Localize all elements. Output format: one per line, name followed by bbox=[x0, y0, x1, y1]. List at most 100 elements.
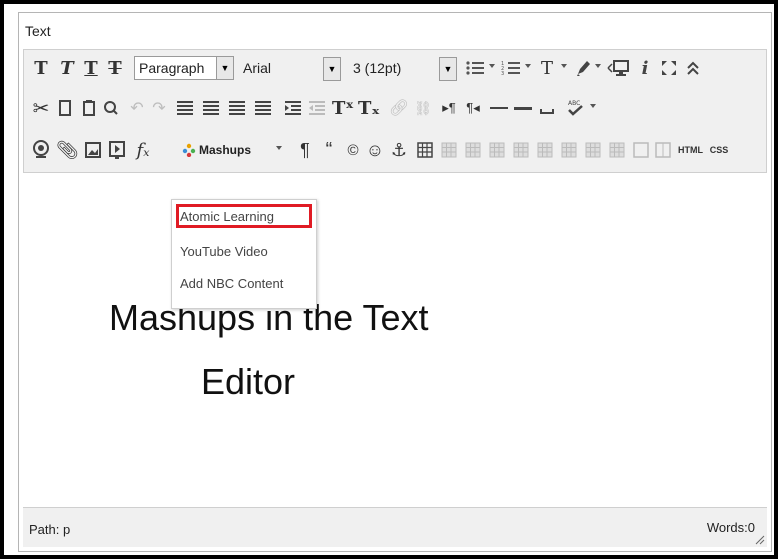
row-before-icon bbox=[489, 142, 505, 158]
align-center-button[interactable] bbox=[200, 94, 222, 122]
em-dash-button[interactable] bbox=[512, 94, 534, 122]
outdent-button[interactable] bbox=[306, 94, 328, 122]
media-icon bbox=[109, 141, 125, 159]
info-button[interactable]: i bbox=[634, 54, 656, 82]
insert-table-button[interactable] bbox=[414, 136, 436, 164]
toolbar-row-1: T T T T Paragraph ▼ Arial ▼ 3 (12pt) ▼ 1… bbox=[28, 50, 764, 86]
format-select-value: Paragraph bbox=[139, 60, 205, 76]
spellcheck-button[interactable]: ABC bbox=[564, 94, 586, 122]
css-button[interactable]: CSS bbox=[708, 136, 730, 164]
split-cells-button[interactable] bbox=[630, 136, 652, 164]
text-editor: Text T T T T Paragraph ▼ Arial ▼ 3 (12pt… bbox=[18, 12, 772, 552]
rtl-button[interactable]: ¶◂ bbox=[462, 94, 484, 122]
bold-button[interactable]: T bbox=[30, 54, 52, 82]
link-icon: 🔗︎ bbox=[388, 100, 410, 117]
horizontal-rule-button[interactable] bbox=[488, 94, 510, 122]
table-row-props-button[interactable] bbox=[438, 136, 460, 164]
insert-row-after-button[interactable] bbox=[510, 136, 532, 164]
align-left-button[interactable] bbox=[174, 94, 196, 122]
insert-row-before-button[interactable] bbox=[486, 136, 508, 164]
paperclip-icon: 📎︎ bbox=[56, 139, 79, 160]
subscript-button[interactable]: Tₓ bbox=[358, 94, 380, 122]
size-select[interactable]: 3 (12pt) ▼ bbox=[348, 56, 458, 81]
delete-row-button[interactable] bbox=[534, 136, 556, 164]
table-icon bbox=[417, 142, 433, 158]
special-character-button[interactable]: © bbox=[342, 136, 364, 164]
insert-col-before-button[interactable] bbox=[558, 136, 580, 164]
highlight-button[interactable] bbox=[572, 54, 594, 82]
fullscreen-button[interactable] bbox=[658, 54, 680, 82]
italic-button[interactable]: T bbox=[56, 54, 78, 82]
insert-image-button[interactable] bbox=[82, 136, 104, 164]
function-icon: fₓ bbox=[136, 139, 150, 161]
nonbreaking-space-button[interactable] bbox=[536, 94, 558, 122]
undo-icon: ↶ bbox=[130, 100, 144, 117]
undo-button[interactable]: ↶ bbox=[126, 94, 148, 122]
horizontal-rule-icon bbox=[490, 107, 508, 109]
underline-button[interactable]: T bbox=[80, 54, 102, 82]
strikethrough-button[interactable]: T bbox=[104, 54, 126, 82]
smiley-icon: ☺ bbox=[365, 139, 385, 160]
copy-button[interactable] bbox=[54, 94, 76, 122]
css-label: CSS bbox=[709, 145, 729, 155]
col-before-icon bbox=[561, 142, 577, 158]
emoticon-button[interactable]: ☺ bbox=[364, 136, 386, 164]
menu-item-youtube-video[interactable]: YouTube Video bbox=[180, 244, 268, 259]
field-label: Text bbox=[25, 23, 51, 39]
cut-button[interactable]: ✂ bbox=[30, 94, 52, 122]
indent-button[interactable] bbox=[282, 94, 304, 122]
preview-button[interactable] bbox=[606, 54, 630, 82]
record-button[interactable] bbox=[30, 136, 52, 164]
chevron-down-icon bbox=[590, 104, 596, 108]
show-blocks-button[interactable]: ¶ bbox=[294, 136, 316, 164]
double-chevron-up-icon bbox=[687, 61, 699, 75]
split-cells-icon bbox=[633, 142, 649, 158]
menu-item-atomic-learning[interactable]: Atomic Learning bbox=[180, 209, 274, 224]
anchor-button[interactable]: ⚓︎ bbox=[388, 136, 410, 164]
search-icon bbox=[104, 101, 118, 115]
text-color-button[interactable]: T bbox=[536, 54, 558, 82]
content-line-2: Editor bbox=[201, 361, 296, 402]
merge-cells-icon bbox=[655, 142, 671, 158]
math-button[interactable]: fₓ bbox=[132, 136, 154, 164]
scissors-icon: ✂ bbox=[32, 97, 50, 120]
quote-icon: “ bbox=[325, 138, 333, 161]
redo-button[interactable]: ↷ bbox=[148, 94, 170, 122]
table-cell-icon bbox=[465, 142, 481, 158]
chevron-down-icon: ▼ bbox=[216, 57, 233, 79]
word-count: Words:0 bbox=[706, 520, 755, 535]
find-button[interactable] bbox=[100, 94, 122, 122]
editor-content-area[interactable]: Mashups in the Text Editor bbox=[23, 175, 767, 507]
merge-cells-button[interactable] bbox=[652, 136, 674, 164]
attach-file-button[interactable]: 📎︎ bbox=[56, 136, 79, 164]
link-button[interactable]: 🔗︎ bbox=[388, 94, 410, 122]
numbered-list-button[interactable]: 123 bbox=[500, 54, 522, 82]
insert-col-after-button[interactable] bbox=[582, 136, 604, 164]
quote-button[interactable]: “ bbox=[318, 136, 340, 164]
mashups-dropdown[interactable]: Mashups bbox=[182, 138, 294, 162]
font-select[interactable]: Arial ▼ bbox=[238, 56, 342, 81]
insert-media-button[interactable] bbox=[106, 136, 128, 164]
delete-col-button[interactable] bbox=[606, 136, 628, 164]
expand-icon bbox=[662, 61, 676, 75]
chevron-down-icon bbox=[276, 146, 282, 150]
align-right-icon bbox=[229, 101, 245, 115]
menu-item-add-nbc-content[interactable]: Add NBC Content bbox=[180, 276, 283, 291]
delete-col-icon bbox=[609, 142, 625, 158]
size-select-value: 3 (12pt) bbox=[353, 60, 402, 76]
html-button[interactable]: HTML bbox=[678, 136, 703, 164]
collapse-toolbar-button[interactable] bbox=[682, 54, 704, 82]
bullet-list-button[interactable] bbox=[464, 54, 486, 82]
paste-button[interactable] bbox=[78, 94, 100, 122]
superscript-button[interactable]: Tˣ bbox=[332, 94, 354, 122]
unlink-button[interactable]: ⛓ bbox=[412, 94, 434, 122]
resize-grip-icon[interactable] bbox=[755, 535, 765, 545]
ltr-button[interactable]: ▸¶ bbox=[438, 94, 460, 122]
html-label: HTML bbox=[678, 145, 703, 155]
table-cell-props-button[interactable] bbox=[462, 136, 484, 164]
format-select[interactable]: Paragraph ▼ bbox=[134, 56, 234, 80]
align-right-button[interactable] bbox=[226, 94, 248, 122]
justify-button[interactable] bbox=[252, 94, 274, 122]
copyright-icon: © bbox=[347, 141, 359, 159]
space-icon bbox=[540, 109, 554, 114]
